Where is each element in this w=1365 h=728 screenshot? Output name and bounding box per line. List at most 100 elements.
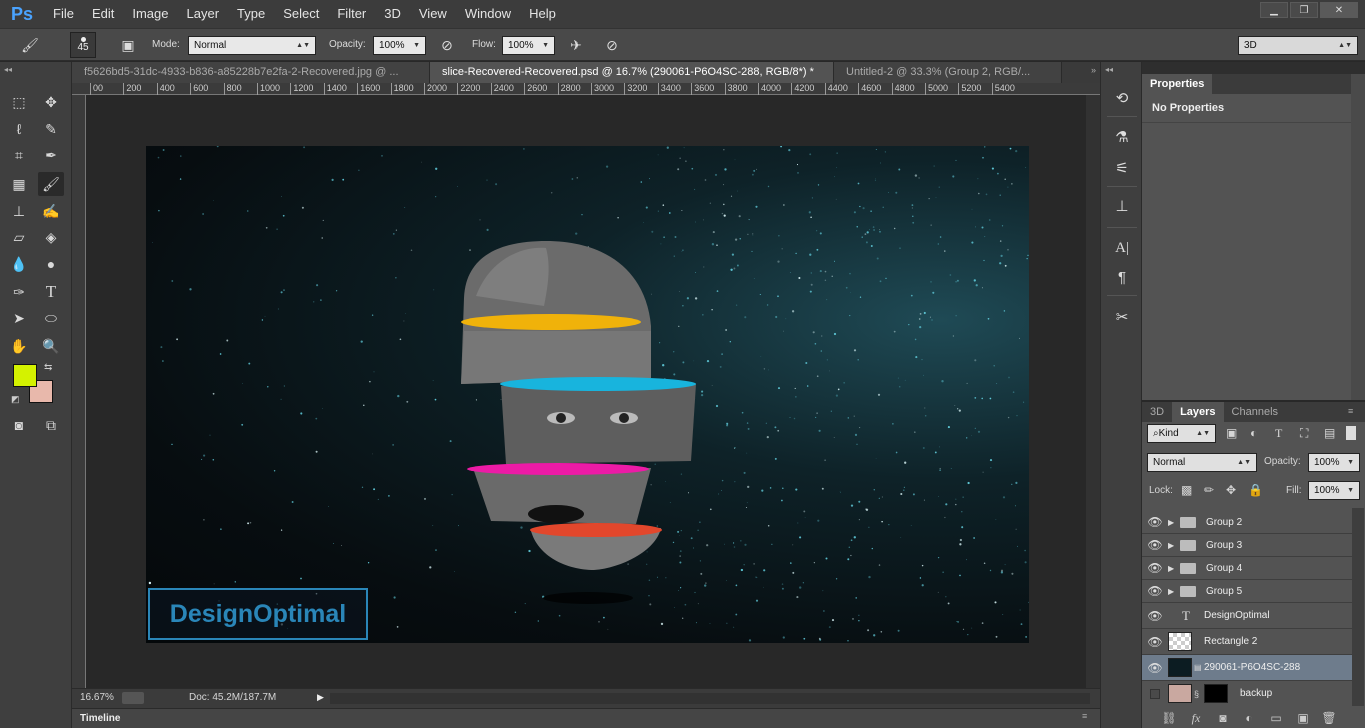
airbrush-icon[interactable]: ✈ <box>566 35 586 55</box>
layer-row-group-2[interactable]: 👁 ▶ Group 2 <box>1142 511 1352 534</box>
character-panel-icon[interactable]: A| <box>1110 237 1134 259</box>
lock-pixels-icon[interactable]: ✏ <box>1204 483 1214 497</box>
tool-presets-icon[interactable]: ✂ <box>1110 306 1134 328</box>
horizontal-scrollbar[interactable] <box>330 693 1090 704</box>
menu-help[interactable]: Help <box>520 0 565 28</box>
blend-mode-select[interactable]: Normal ▲▼ <box>1147 453 1257 472</box>
pressure-opacity-icon[interactable]: ⊘ <box>437 35 457 55</box>
layer-row-group-4[interactable]: 👁 ▶ Group 4 <box>1142 557 1352 580</box>
layer-row-group-5[interactable]: 👁 ▶ Group 5 <box>1142 580 1352 603</box>
menu-type[interactable]: Type <box>228 0 274 28</box>
menu-view[interactable]: View <box>410 0 456 28</box>
layer-opacity-input[interactable]: 100% ▼ <box>1308 453 1360 472</box>
history-brush-tool-icon[interactable]: ✍ <box>38 199 64 223</box>
eyedropper-tool-icon[interactable]: ✒ <box>38 143 64 167</box>
pressure-size-icon[interactable]: ⊘ <box>602 35 622 55</box>
visibility-eye-icon[interactable]: 👁 <box>1142 635 1168 649</box>
panel-menu-icon[interactable]: ≡ <box>1348 406 1353 416</box>
history-panel-icon[interactable]: ⟲ <box>1110 87 1134 109</box>
menu-file[interactable]: File <box>44 0 83 28</box>
paint-bucket-tool-icon[interactable]: ◈ <box>38 225 64 249</box>
filter-shape-icon[interactable]: ⛶ <box>1300 426 1308 441</box>
brush-panel-toggle-icon[interactable]: ▣ <box>118 35 138 55</box>
screen-mode-icon[interactable]: ⧉ <box>38 413 64 437</box>
dodge-tool-icon[interactable]: ● <box>38 252 64 276</box>
panel-menu-icon[interactable]: ≡ <box>1082 711 1087 721</box>
brush-tool-icon[interactable]: 🖌 <box>38 172 64 196</box>
lock-transparent-icon[interactable]: ▩ <box>1181 483 1192 497</box>
tab-layers[interactable]: Layers <box>1172 402 1224 422</box>
hand-tool-icon[interactable]: ✋ <box>6 334 32 358</box>
clone-source-icon[interactable]: ⊥ <box>1110 195 1134 217</box>
tab-document-3[interactable]: Untitled-2 @ 33.3% (Group 2, RGB/... <box>834 62 1062 83</box>
default-colors-icon[interactable]: ◩ <box>11 394 20 405</box>
filter-type-icon[interactable]: T <box>1275 426 1282 441</box>
filter-smart-object-icon[interactable]: ▤ <box>1324 426 1335 440</box>
layer-row-backup[interactable]: § backup <box>1142 681 1352 706</box>
visibility-eye-icon[interactable]: 👁 <box>1142 584 1168 598</box>
ellipse-tool-icon[interactable]: ⬭ <box>38 306 64 330</box>
filter-adjustment-icon[interactable]: ◐ <box>1250 426 1257 440</box>
tab-3d[interactable]: 3D <box>1142 402 1172 422</box>
menu-filter[interactable]: Filter <box>328 0 375 28</box>
quick-mask-icon[interactable]: ◙ <box>6 413 32 437</box>
zoom-level[interactable]: 16.67% <box>80 692 114 703</box>
pen-tool-icon[interactable]: ✑ <box>6 280 32 304</box>
menu-select[interactable]: Select <box>274 0 328 28</box>
visibility-eye-icon[interactable]: 👁 <box>1142 538 1168 552</box>
status-menu-arrow-icon[interactable]: ▶ <box>317 692 324 703</box>
visibility-eye-icon[interactable]: 👁 <box>1142 515 1168 529</box>
new-group-icon[interactable]: ▭ <box>1267 710 1285 726</box>
layer-row-group-3[interactable]: 👁 ▶ Group 3 <box>1142 534 1352 557</box>
swap-colors-icon[interactable]: ⇆ <box>44 362 52 373</box>
expand-arrow-icon[interactable]: ▶ <box>1168 541 1180 550</box>
tab-channels[interactable]: Channels <box>1224 402 1286 422</box>
tab-properties[interactable]: Properties <box>1142 74 1213 94</box>
menu-image[interactable]: Image <box>123 0 177 28</box>
filter-pixel-icon[interactable]: ▣ <box>1226 426 1237 440</box>
menu-window[interactable]: Window <box>456 0 520 28</box>
collapse-arrows-icon[interactable]: ◂◂ <box>4 65 12 74</box>
opacity-input[interactable]: 100% ▼ <box>373 36 426 55</box>
path-select-tool-icon[interactable]: ➤ <box>6 306 32 330</box>
timeline-tab[interactable]: Timeline <box>80 713 120 724</box>
layer-style-fx-icon[interactable]: fx <box>1187 710 1205 726</box>
document-canvas[interactable]: DesignOptimal <box>146 146 1029 643</box>
menu-edit[interactable]: Edit <box>83 0 123 28</box>
adjustments-icon[interactable]: ⚟ <box>1110 157 1134 179</box>
marquee-tool-icon[interactable]: ⬚ <box>6 90 32 114</box>
restore-button[interactable]: ❐ <box>1290 2 1318 18</box>
add-mask-icon[interactable]: ◙ <box>1214 710 1232 726</box>
paragraph-panel-icon[interactable]: ¶ <box>1110 266 1134 288</box>
blur-tool-icon[interactable]: 💧 <box>6 252 32 276</box>
menu-3d[interactable]: 3D <box>375 0 410 28</box>
new-layer-icon[interactable]: ▣ <box>1294 710 1312 726</box>
brush-size-picker[interactable]: 45 <box>70 32 96 58</box>
properties-scrollbar[interactable] <box>1351 74 1365 400</box>
crop-tool-icon[interactable]: ⌗ <box>6 143 32 167</box>
delete-layer-icon[interactable]: 🗑 <box>1320 710 1338 726</box>
eraser-tool-icon[interactable]: ▱ <box>6 225 32 249</box>
visibility-toggle-empty[interactable] <box>1142 688 1168 699</box>
expand-arrows-icon[interactable]: ◂◂ <box>1105 65 1113 74</box>
expand-arrow-icon[interactable]: ▶ <box>1168 518 1180 527</box>
spot-healing-tool-icon[interactable]: ▦ <box>6 172 32 196</box>
filter-toggle-icon[interactable] <box>1346 426 1356 440</box>
clone-stamp-tool-icon[interactable]: ⊥ <box>6 199 32 223</box>
tabs-overflow-icon[interactable]: » <box>1062 62 1100 83</box>
layer-filter-select[interactable]: ⌕Kind ▲▼ <box>1147 424 1216 443</box>
brush-presets-icon[interactable]: ⚗ <box>1110 126 1134 148</box>
status-preview-icon[interactable] <box>122 692 144 704</box>
zoom-tool-icon[interactable]: 🔍 <box>38 334 64 358</box>
layer-row-rectangle-2[interactable]: 👁 Rectangle 2 <box>1142 629 1352 655</box>
lasso-tool-icon[interactable]: ℓ <box>6 117 32 141</box>
fill-input[interactable]: 100% ▼ <box>1308 481 1360 500</box>
expand-arrow-icon[interactable]: ▶ <box>1168 587 1180 596</box>
lock-position-icon[interactable]: ✥ <box>1226 483 1236 497</box>
lock-all-icon[interactable]: 🔒 <box>1248 483 1263 497</box>
expand-arrow-icon[interactable]: ▶ <box>1168 564 1180 573</box>
vertical-scrollbar[interactable] <box>1086 95 1100 688</box>
minimize-button[interactable]: ▁ <box>1260 2 1288 18</box>
adjustment-layer-icon[interactable]: ◐ <box>1240 710 1258 726</box>
move-tool-icon[interactable]: ✥ <box>38 90 64 114</box>
